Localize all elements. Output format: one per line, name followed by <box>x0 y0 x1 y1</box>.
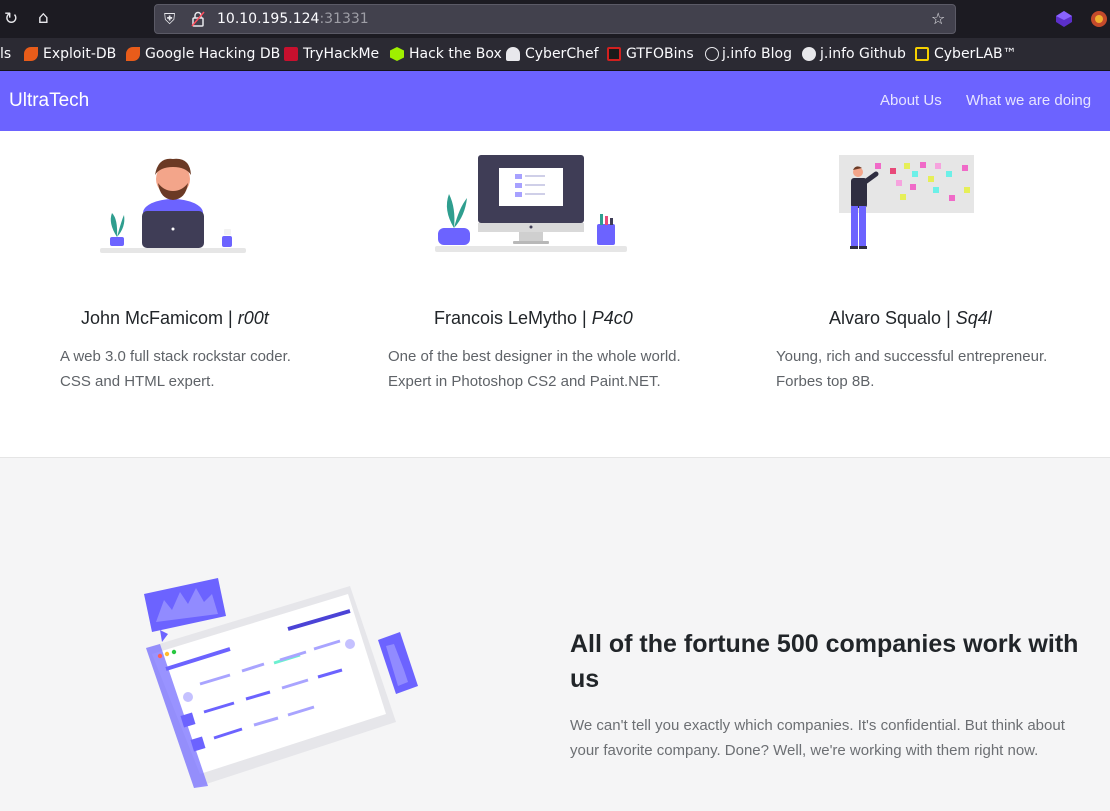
cyberlab-icon <box>915 47 929 61</box>
nav-what-we-are-doing[interactable]: What we are doing <box>966 92 1091 109</box>
member-name: Francois LeMytho | P4c0 <box>434 308 633 329</box>
globe-icon <box>705 47 719 61</box>
description-line: Expert in Photoshop CS2 and Paint.NET. <box>388 373 661 390</box>
member-description: One of the best designer in the whole wo… <box>388 344 698 394</box>
chef-hat-icon <box>506 47 520 61</box>
nav-about-us[interactable]: About Us <box>880 92 942 109</box>
entrepreneur-illustration <box>839 155 974 249</box>
extension-icon[interactable] <box>1055 10 1073 32</box>
bookmark-label: CyberChef <box>525 46 599 62</box>
member-description: Young, rich and successful entrepreneur.… <box>776 344 1086 394</box>
description-line: A web 3.0 full stack rockstar coder. <box>60 348 291 365</box>
hackthebox-icon <box>390 47 404 61</box>
member-handle: Sq4l <box>955 308 992 328</box>
bookmark-label: GTFOBins <box>626 46 694 62</box>
bookmark-cyberlab[interactable]: CyberLAB™ <box>915 46 1017 62</box>
shield-icon[interactable]: ⛨ <box>164 9 175 29</box>
bookmark-label: ls <box>0 46 12 62</box>
url-host: 10.10.195.124 <box>217 11 320 27</box>
bookmark-exploit-db[interactable]: Exploit-DB <box>24 46 116 62</box>
member-name-text: Francois LeMytho | <box>434 308 592 328</box>
bookmark-label: CyberLAB™ <box>934 46 1017 62</box>
companies-section: All of the fortune 500 companies work wi… <box>0 458 1110 811</box>
designer-illustration <box>435 155 627 252</box>
bookmark-item[interactable]: ls <box>0 46 11 62</box>
companies-text: We can't tell you exactly which companie… <box>570 717 1065 759</box>
description-line: One of the best designer in the whole wo… <box>388 348 681 365</box>
description-line: CSS and HTML expert. <box>60 373 215 390</box>
home-icon[interactable]: ⌂ <box>38 8 49 28</box>
member-name: John McFamicom | r00t <box>81 308 269 329</box>
member-handle: r00t <box>237 308 269 328</box>
dashboard-illustration <box>144 578 418 788</box>
member-description: A web 3.0 full stack rockstar coder. CSS… <box>60 344 370 394</box>
brand-logo[interactable]: UltraTech <box>9 90 89 112</box>
description-line: Young, rich and successful entrepreneur. <box>776 348 1048 365</box>
exploit-db-icon <box>24 47 38 61</box>
tryhackme-icon <box>284 47 298 61</box>
bookmark-tryhackme[interactable]: TryHackMe <box>284 46 379 62</box>
bookmark-cyberchef[interactable]: CyberChef <box>506 46 599 62</box>
bookmark-gtfobins[interactable]: GTFOBins <box>607 46 694 62</box>
member-name-text: John McFamicom | <box>81 308 238 328</box>
member-name: Alvaro Squalo | Sq4l <box>829 308 992 329</box>
bookmark-label: Hack the Box <box>409 46 502 62</box>
browser-toolbar: ↻ ⌂ ⛨ 10.10.195.124:31331 ☆ <box>0 0 1110 38</box>
bookmark-label: Exploit-DB <box>43 46 117 62</box>
insecure-lock-icon[interactable] <box>191 11 205 31</box>
bookmark-label: j.info Github <box>820 46 906 62</box>
url-text[interactable]: 10.10.195.124:31331 <box>217 11 369 27</box>
gtfobins-icon <box>607 47 621 61</box>
github-icon <box>802 47 816 61</box>
bookmark-jinfo-github[interactable]: j.info Github <box>802 46 906 62</box>
bookmark-label: Google Hacking DB <box>145 46 281 62</box>
bookmark-label: TryHackMe <box>303 46 380 62</box>
bookmark-jinfo-blog[interactable]: j.info Blog <box>705 46 792 62</box>
description-line: Forbes top 8B. <box>776 373 875 390</box>
coder-illustration <box>100 158 246 253</box>
exploit-db-icon <box>126 47 140 61</box>
site-navbar: UltraTech About Us What we are doing <box>0 71 1110 131</box>
bookmark-star-icon[interactable]: ☆ <box>931 9 945 29</box>
url-field[interactable]: ⛨ 10.10.195.124:31331 ☆ <box>154 4 956 34</box>
team-section: John McFamicom | r00t Francois LeMytho |… <box>0 131 1110 458</box>
member-name-text: Alvaro Squalo | <box>829 308 956 328</box>
url-port: :31331 <box>319 11 369 27</box>
bookmark-hack-the-box[interactable]: Hack the Box <box>390 46 502 62</box>
member-handle: P4c0 <box>591 308 633 328</box>
companies-heading: All of the fortune 500 companies work wi… <box>570 630 1079 693</box>
bookmark-google-hacking-db[interactable]: Google Hacking DB <box>126 46 280 62</box>
reload-icon[interactable]: ↻ <box>4 9 18 29</box>
bookmark-label: j.info Blog <box>722 46 792 62</box>
extension-icon-2[interactable] <box>1089 9 1109 33</box>
